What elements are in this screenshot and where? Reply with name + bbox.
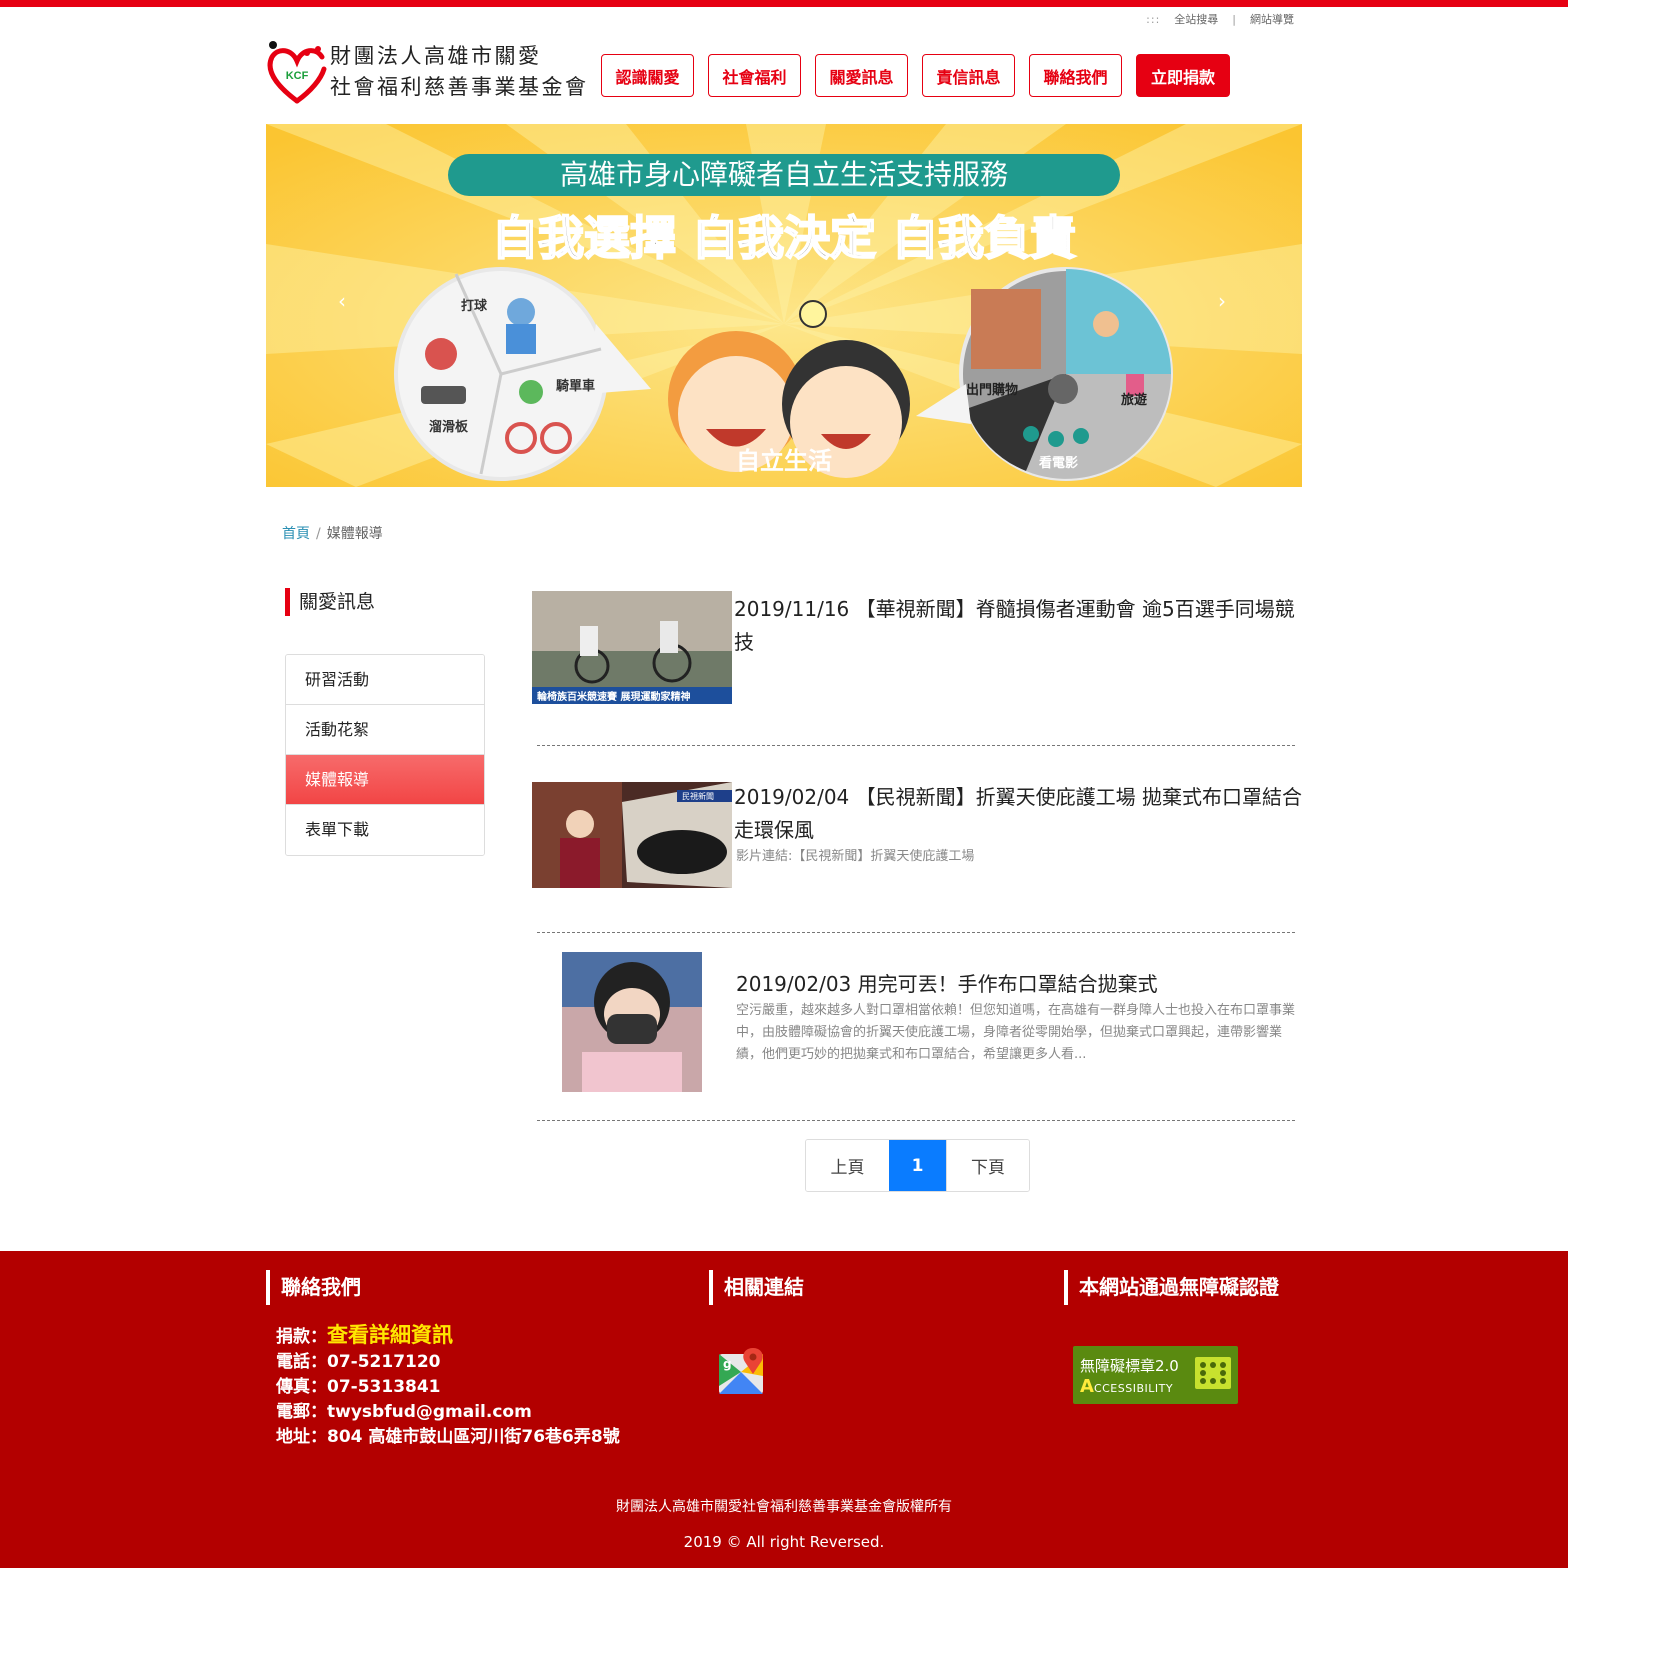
sidebar-item-highlights[interactable]: 活動花絮 [286, 705, 484, 755]
accessibility-badge[interactable]: 無障礙標章2.0 A CCESSIBILITY [1073, 1346, 1238, 1404]
pagination-current-page[interactable]: 1 [889, 1140, 946, 1191]
thumbnail-caption: 輪椅族百米競速賽 展現運動家精神 [537, 690, 690, 703]
utility-separator: | [1232, 12, 1236, 26]
nav-about[interactable]: 認識關愛 [601, 54, 694, 97]
activity-label-skate: 溜滑板 [429, 419, 469, 435]
news-item[interactable]: 輪椅族百米競速賽 展現運動家精神 2019/11/16 【華視新聞】脊髓損傷者運… [531, 590, 1306, 705]
breadcrumb-home[interactable]: 首頁 [282, 526, 310, 542]
banner-caption: 自立生活 [736, 447, 832, 475]
sitemap-link[interactable]: 網站導覽 [1250, 11, 1294, 27]
activity-label-movie: 看電影 [1039, 455, 1078, 471]
accessibility-badge-letter: A [1080, 1376, 1094, 1397]
logo-badge: KCF [286, 70, 309, 82]
footer-copyright-org: 財團法人高雄市關愛社會福利慈善事業基金會版權所有 [616, 1499, 952, 1515]
site-logo[interactable]: KCF 財團法人高雄市關愛 社會福利慈善事業基金會 [266, 38, 591, 106]
footer-address: 地址：804 高雄市鼓山區河川街76巷6弄8號 [276, 1427, 620, 1447]
lightbulb-icon [799, 300, 827, 328]
sidebar-item-media[interactable]: 媒體報導 [286, 755, 484, 805]
news-title[interactable]: 2019/02/04 【民視新聞】折翼天使庇護工場 拋棄式布口罩結合走環保風 [734, 781, 1306, 847]
sidebar-title: 關愛訊息 [285, 588, 375, 616]
news-description: 影片連結:【民視新聞】折翼天使庇護工場 [736, 849, 975, 864]
banner-next-arrow[interactable]: › [1218, 289, 1226, 313]
news-item[interactable]: 民視新聞 2019/02/04 【民視新聞】折翼天使庇護工場 拋棄式布口罩結合走… [531, 782, 1306, 888]
donate-button[interactable]: 立即捐款 [1136, 54, 1230, 97]
banner-prev-arrow[interactable]: ‹ [338, 289, 346, 313]
news-thumbnail[interactable]: 輪椅族百米競速賽 展現運動家精神 [532, 591, 732, 704]
breadcrumb: 首頁 / 媒體報導 [282, 523, 383, 543]
footer-contact-info: 捐款：查看詳細資訊 電話：07-5217120 傳真：07-5313841 電郵… [276, 1323, 620, 1450]
news-item[interactable]: 2019/02/03 用完可丟！手作布口罩結合拋棄式 空污嚴重，越來越多人對口罩… [531, 952, 1306, 1092]
nav-news[interactable]: 關愛訊息 [815, 54, 908, 97]
logo-line-1: 財團法人高雄市關愛 [330, 44, 542, 68]
nav-welfare[interactable]: 社會福利 [708, 54, 801, 97]
activity-label-shopping: 出門購物 [966, 382, 1018, 398]
news-divider [537, 932, 1295, 933]
news-divider [537, 745, 1295, 746]
pagination-prev[interactable]: 上頁 [806, 1140, 889, 1191]
utility-links: ::: 全站搜尋 | 網站導覽 [1146, 11, 1294, 27]
pagination: 上頁 1 下頁 [805, 1139, 1030, 1192]
accesskey-marker[interactable]: ::: [1146, 13, 1160, 26]
site-footer: 聯絡我們 相關連結 本網站通過無障礙認證 捐款：查看詳細資訊 電話：07-521… [0, 1251, 1568, 1568]
news-title[interactable]: 2019/02/03 用完可丟！手作布口罩結合拋棄式 [736, 968, 1306, 1001]
logo-line-2: 社會福利慈善事業基金會 [330, 75, 589, 99]
breadcrumb-separator: / [316, 526, 321, 542]
heart-logo-icon: KCF [266, 39, 328, 105]
sidebar-item-forms[interactable]: 表單下載 [286, 805, 484, 855]
footer-phone: 電話：07-5217120 [276, 1352, 441, 1372]
footer-contact-title: 聯絡我們 [266, 1270, 361, 1305]
nav-contact[interactable]: 聯絡我們 [1029, 54, 1122, 97]
news-divider [537, 1120, 1295, 1121]
activity-label-ball: 打球 [461, 298, 488, 314]
main-nav: 認識關愛 社會福利 關愛訊息 責信訊息 聯絡我們 立即捐款 [601, 54, 1230, 97]
braille-icon [1195, 1357, 1231, 1389]
sidebar-item-workshops[interactable]: 研習活動 [286, 655, 484, 705]
footer-fax: 傳真：07-5313841 [276, 1377, 441, 1397]
svg-text:g: g [723, 1357, 732, 1371]
news-title[interactable]: 2019/11/16 【華視新聞】脊髓損傷者運動會 逾5百選手同場競技 [734, 593, 1304, 659]
activity-label-travel: 旅遊 [1121, 392, 1147, 408]
footer-accessibility-title: 本網站通過無障礙認證 [1064, 1270, 1279, 1305]
pagination-next[interactable]: 下頁 [946, 1140, 1029, 1191]
breadcrumb-current: 媒體報導 [326, 526, 383, 542]
footer-links-title: 相關連結 [709, 1270, 804, 1305]
banner-subtitle: 高雄市身心障礙者自立生活支持服務 [560, 158, 1008, 191]
thumbnail-caption: 民視新聞 [682, 791, 714, 801]
footer-copyright-year: 2019 © All right Reversed. [683, 1533, 885, 1551]
accessibility-badge-title: 無障礙標章2.0 [1080, 1357, 1179, 1375]
sidebar-menu: 研習活動 活動花絮 媒體報導 表單下載 [285, 654, 485, 856]
footer-donate-link[interactable]: 查看詳細資訊 [327, 1323, 453, 1347]
footer-email[interactable]: 電郵：twysbfud@gmail.com [276, 1400, 620, 1425]
news-description: 空污嚴重，越來越多人對口罩相當依賴！但您知道嗎，在高雄有一群身障人士也投入在布口… [736, 1003, 1296, 1062]
hero-banner[interactable]: 高雄市身心障礙者自立生活支持服務 自我選擇 自我決定 自我負責 打球 騎單車 溜… [266, 124, 1302, 487]
news-thumbnail[interactable]: 民視新聞 [532, 782, 732, 888]
accessibility-badge-subtitle: CCESSIBILITY [1093, 1382, 1174, 1395]
banner-headline: 自我選擇 自我決定 自我負責 [492, 211, 1076, 265]
top-accent-strip [0, 0, 1568, 7]
nav-accountability[interactable]: 責信訊息 [922, 54, 1015, 97]
site-search-link[interactable]: 全站搜尋 [1174, 11, 1218, 27]
activity-label-bike: 騎單車 [556, 378, 595, 394]
google-maps-icon[interactable]: g [717, 1346, 767, 1396]
news-thumbnail[interactable] [562, 952, 702, 1092]
footer-donate-label: 捐款： [276, 1327, 327, 1347]
